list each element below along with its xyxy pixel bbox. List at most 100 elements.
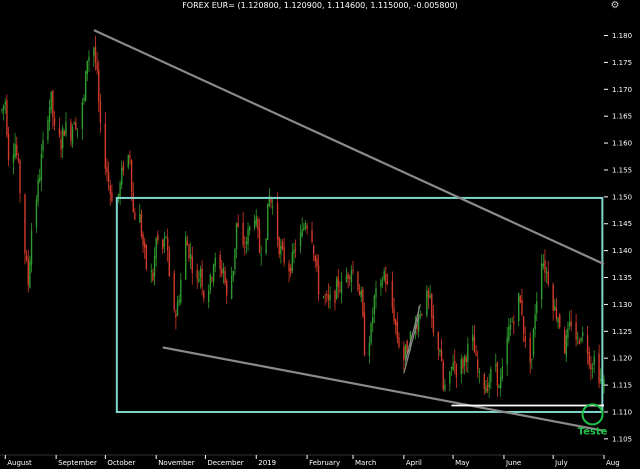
candle-body (98, 69, 100, 102)
candle (519, 294, 522, 304)
candle-body (222, 268, 225, 274)
candle-body (511, 321, 513, 323)
candle-body (199, 269, 202, 278)
candle-body (130, 159, 133, 193)
candle-body (265, 238, 267, 254)
candle-body (258, 228, 261, 253)
candle-body (358, 290, 361, 296)
candle-body (373, 295, 376, 315)
candle-body (168, 251, 171, 277)
x-tick-label: August (7, 459, 32, 467)
candle-body (449, 371, 451, 384)
candle-body (253, 220, 256, 228)
candle-body (189, 253, 192, 259)
candle-body (96, 62, 98, 70)
candle-body (588, 352, 590, 365)
candle-body (460, 358, 462, 375)
candle-body (499, 377, 502, 389)
candle (335, 276, 338, 300)
candle-body (4, 101, 6, 105)
candle-body (306, 225, 308, 229)
candle-body (393, 307, 395, 322)
candle-body (291, 252, 294, 271)
x-tick-label: October (107, 459, 135, 467)
candle-body (559, 314, 561, 328)
candle-body (568, 322, 571, 327)
x-tick-label: July (554, 459, 568, 467)
gear-icon[interactable]: ⚙ (610, 1, 620, 11)
candle-body (322, 296, 325, 298)
candle-body (522, 316, 525, 335)
candle-body (485, 388, 487, 393)
candle-body (345, 275, 348, 283)
y-tick-label: 1.150 (612, 193, 632, 201)
candle-body (242, 222, 244, 246)
candle-body (245, 241, 248, 245)
candle-body (50, 91, 52, 110)
candle-body (593, 355, 595, 365)
candle-body (442, 362, 444, 390)
candle-body (176, 302, 179, 316)
candle-body (276, 202, 279, 240)
x-tick-label: December (207, 459, 243, 467)
y-tick-label: 1.165 (612, 113, 632, 121)
candle-body (426, 290, 428, 316)
candle-body (71, 126, 74, 145)
candle-body (37, 179, 39, 201)
candle-body (467, 344, 469, 363)
candle-body (370, 323, 372, 344)
candle-body (375, 288, 377, 298)
candle-body (60, 138, 62, 150)
candle-body (463, 356, 466, 366)
candle-body (111, 192, 113, 201)
candle-body (140, 213, 143, 236)
candle-body (203, 290, 205, 299)
candle-body (153, 256, 156, 277)
candle-body (207, 290, 210, 303)
candle-body (312, 245, 315, 255)
candle-body (232, 270, 234, 277)
candle-body (119, 183, 121, 197)
candle-body (335, 279, 338, 300)
candle-body (132, 192, 134, 212)
y-tick-label: 1.105 (612, 435, 632, 443)
candle-body (486, 384, 489, 391)
candle-body (7, 133, 10, 161)
candle-body (314, 255, 317, 262)
candle-body (281, 241, 284, 249)
candle-body (554, 305, 556, 311)
candle-body (65, 122, 67, 136)
candle-body (163, 237, 166, 247)
candle-body (70, 122, 72, 141)
y-tick-label: 1.155 (612, 166, 632, 174)
candle-body (162, 240, 164, 250)
candle-body (360, 290, 362, 298)
candle-body (25, 255, 28, 260)
candle-body (73, 123, 75, 125)
candle-body (600, 378, 602, 382)
candle-body (224, 271, 226, 283)
candle (442, 359, 444, 392)
candle-body (404, 344, 407, 359)
y-tick-label: 1.120 (612, 355, 632, 363)
candle-body (506, 337, 508, 365)
candle-body (142, 234, 144, 246)
candle-body (1, 109, 3, 111)
candle (265, 238, 267, 256)
candle-body (157, 234, 159, 241)
candle-body (531, 358, 533, 360)
candle-body (567, 328, 569, 338)
candle-body (271, 206, 274, 208)
candle-body (455, 364, 458, 378)
x-tick-label: September (58, 459, 97, 467)
candle-body (63, 130, 66, 136)
candle-body (501, 367, 503, 379)
candle (362, 286, 364, 318)
candle-body (476, 359, 479, 371)
candle-body (173, 272, 175, 311)
candle-body (362, 289, 364, 317)
candle-body (386, 281, 389, 284)
candle-body (429, 295, 431, 298)
candle-body (363, 312, 366, 356)
candle-body (488, 382, 490, 388)
